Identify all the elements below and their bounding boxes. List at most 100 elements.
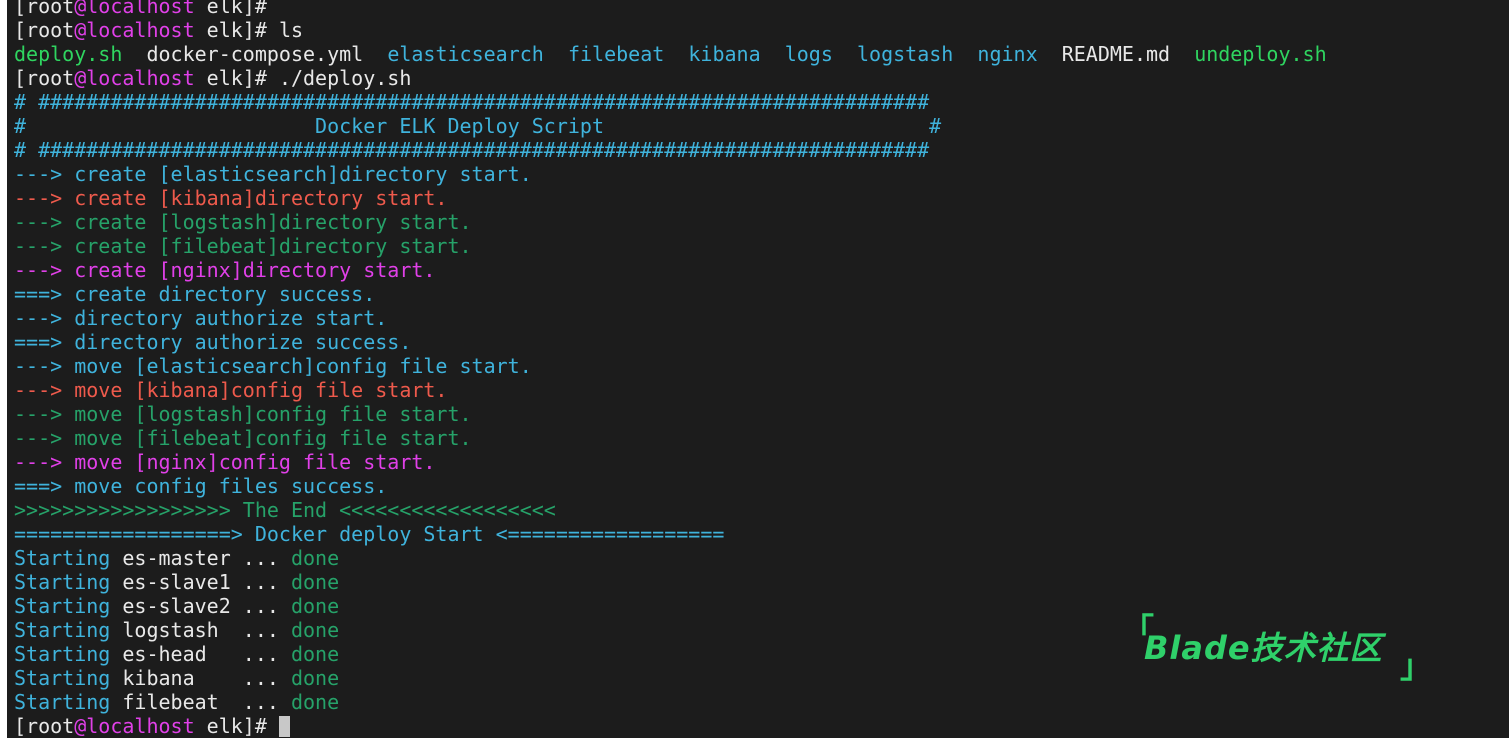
starting-label: Starting — [14, 594, 123, 618]
service-dots: ... — [230, 666, 291, 690]
service-name: es-head — [122, 642, 231, 666]
starting-label: Starting — [14, 690, 123, 714]
file-separator — [363, 42, 387, 66]
service-dots: ... — [230, 618, 291, 642]
directory-entry: kibana — [688, 42, 761, 66]
starting-label: Starting — [14, 546, 123, 570]
directory-entry: logs — [784, 42, 833, 66]
step-line: ---> move [kibana]config file start. — [14, 378, 448, 402]
directory-entry: elasticsearch — [387, 42, 544, 66]
prompt-at: @ — [74, 18, 87, 42]
file-entry: docker-compose.yml — [146, 42, 364, 66]
service-name: es-slave1 — [122, 570, 231, 594]
prompt-at: @ — [74, 714, 87, 738]
prompt-at: @ — [74, 0, 87, 18]
terminal-window[interactable]: [root@localhost elk]# [root@localhost el… — [7, 0, 1509, 738]
step-line: ---> create [kibana]directory start. — [14, 186, 448, 210]
prompt-line: [root@localhost elk]# ./deploy.sh — [14, 66, 1327, 90]
prompt-open: [ — [14, 66, 27, 90]
file-separator — [1038, 42, 1062, 66]
service-status: done — [290, 594, 340, 618]
service-line: Starting filebeat ... done — [14, 690, 1327, 714]
file-separator — [544, 42, 568, 66]
file-separator — [953, 42, 977, 66]
prompt-user: root — [26, 714, 75, 738]
file-entry: undeploy.sh — [1194, 42, 1327, 66]
ls-output: deploy.sh docker-compose.yml elasticsear… — [14, 42, 1327, 66]
service-name: es-master — [122, 546, 231, 570]
prompt-open: [ — [14, 0, 27, 18]
the-end-line: >>>>>>>>>>>>>>>>>> The End <<<<<<<<<<<<<… — [14, 498, 556, 522]
prompt-host: localhost — [86, 0, 195, 18]
prompt-dir: elk]# — [194, 66, 279, 90]
step-line: ---> move [logstash]config file start. — [14, 402, 472, 426]
service-dots: ... — [230, 570, 291, 594]
service-status: done — [290, 666, 340, 690]
terminal-cursor[interactable] — [278, 716, 290, 737]
prompt-host: localhost — [86, 66, 195, 90]
starting-label: Starting — [14, 642, 123, 666]
service-name: es-slave2 — [122, 594, 231, 618]
file-separator — [122, 42, 146, 66]
prompt-host: localhost — [86, 714, 195, 738]
prompt-open: [ — [14, 714, 27, 738]
banner-title: # Docker ELK Deploy Script # — [14, 114, 942, 138]
directory-entry: nginx — [977, 42, 1038, 66]
step-line: ---> move [nginx]config file start. — [14, 450, 436, 474]
step-line: ===> create directory success. — [14, 282, 376, 306]
file-separator — [1170, 42, 1194, 66]
prompt-dir: elk]# — [194, 714, 279, 738]
starting-label: Starting — [14, 618, 123, 642]
prompt-line: [root@localhost elk]# — [14, 714, 1327, 738]
service-status: done — [290, 642, 340, 666]
starting-label: Starting — [14, 570, 123, 594]
service-dots: ... — [230, 690, 291, 714]
step-line: ---> create [nginx]directory start. — [14, 258, 436, 282]
command-text: ./deploy.sh — [278, 66, 412, 90]
service-name: logstash — [122, 618, 231, 642]
prompt-dir: elk]# — [194, 0, 279, 18]
step-line: ---> move [filebeat]config file start. — [14, 426, 472, 450]
banner-border: # ######################################… — [14, 90, 930, 114]
prompt-user: root — [26, 0, 75, 18]
file-separator — [833, 42, 857, 66]
service-status: done — [290, 618, 340, 642]
directory-entry: filebeat — [567, 42, 665, 66]
service-status: done — [290, 570, 340, 594]
service-name: filebeat — [122, 690, 231, 714]
starting-label: Starting — [14, 666, 123, 690]
service-dots: ... — [230, 642, 291, 666]
prompt-at: @ — [74, 66, 87, 90]
prompt-line: [root@localhost elk]# — [14, 0, 1327, 18]
service-dots: ... — [230, 546, 291, 570]
prompt-host: localhost — [86, 18, 195, 42]
step-line: ---> create [elasticsearch]directory sta… — [14, 162, 532, 186]
watermark-text: Blade技术社区 — [1144, 629, 1383, 667]
service-line: Starting es-slave1 ... done — [14, 570, 1327, 594]
service-line: Starting kibana ... done — [14, 666, 1327, 690]
service-dots: ... — [230, 594, 291, 618]
watermark-close-bracket: 」 — [1400, 647, 1433, 685]
docker-start-line: ==================> Docker deploy Start … — [14, 522, 725, 546]
banner-border: # ######################################… — [14, 138, 930, 162]
service-status: done — [290, 690, 340, 714]
service-line: Starting es-master ... done — [14, 546, 1327, 570]
step-line: ===> directory authorize success. — [14, 330, 412, 354]
prompt-user: root — [26, 66, 75, 90]
service-status: done — [290, 546, 340, 570]
command-text: ls — [278, 18, 304, 42]
prompt-user: root — [26, 18, 75, 42]
prompt-open: [ — [14, 18, 27, 42]
step-line: ---> create [filebeat]directory start. — [14, 234, 472, 258]
step-line: ---> directory authorize start. — [14, 306, 388, 330]
file-separator — [761, 42, 785, 66]
step-line: ---> move [elasticsearch]config file sta… — [14, 354, 532, 378]
file-entry: README.md — [1061, 42, 1171, 66]
step-line: ---> create [logstash]directory start. — [14, 210, 472, 234]
prompt-line: [root@localhost elk]# ls — [14, 18, 1327, 42]
prompt-dir: elk]# — [194, 18, 279, 42]
file-separator — [664, 42, 688, 66]
directory-entry: logstash — [856, 42, 954, 66]
service-name: kibana — [122, 666, 231, 690]
file-entry: deploy.sh — [14, 42, 123, 66]
